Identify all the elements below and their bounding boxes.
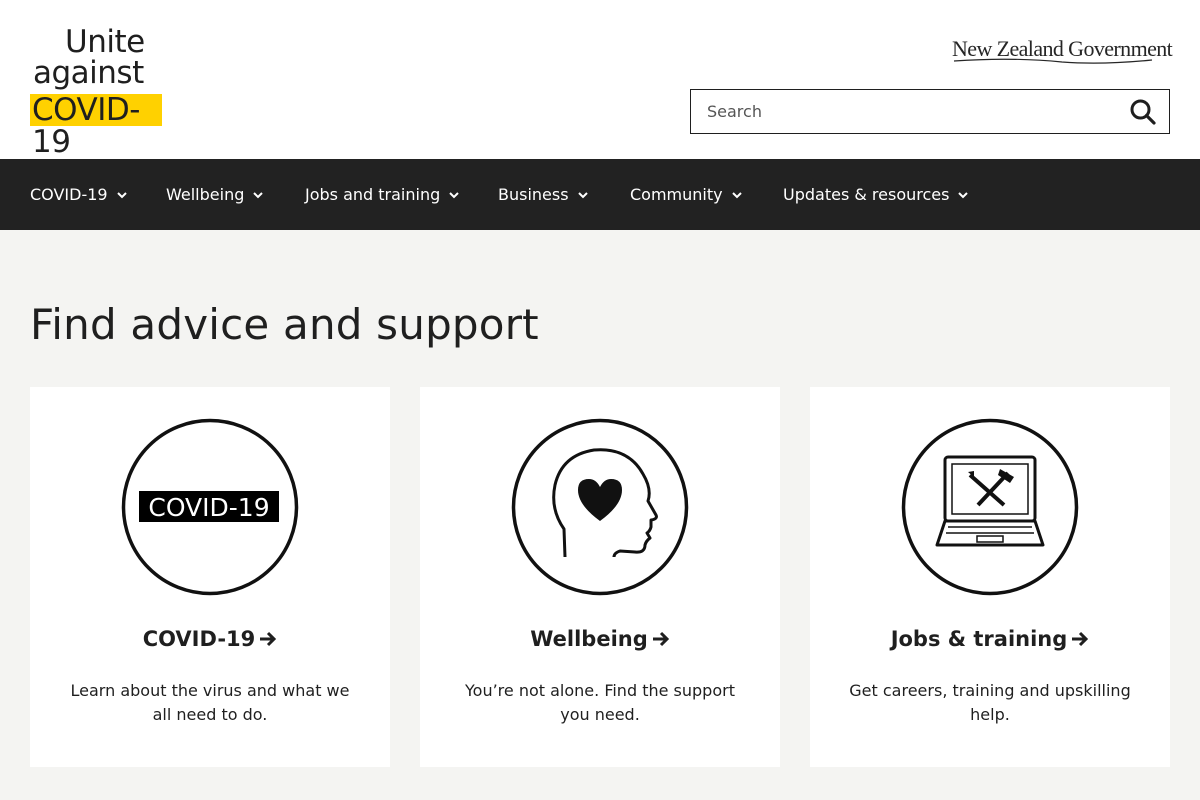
- arrow-right-icon: [652, 627, 670, 651]
- logo-text-covid: COVID-19: [30, 94, 162, 158]
- chevron-down-icon: [577, 191, 588, 198]
- nav-item-community[interactable]: Community: [630, 159, 743, 230]
- card-description: Get careers, training and upskilling hel…: [849, 681, 1131, 724]
- card-title-text: COVID-19: [142, 627, 256, 651]
- search-input[interactable]: [707, 90, 1107, 132]
- card-jobs-training[interactable]: Jobs & training Get careers, training an…: [810, 387, 1170, 767]
- nav-item-label: COVID-19: [30, 185, 108, 204]
- nav-item-label: Business: [498, 185, 569, 204]
- card-description: You’re not alone. Find the support you n…: [465, 681, 735, 724]
- covid-badge-text: COVID-19: [148, 493, 269, 522]
- page-title: Find advice and support: [30, 300, 539, 349]
- nav-item-updates-resources[interactable]: Updates & resources: [783, 159, 969, 230]
- site-header: Unite against COVID-19 New Zealand Gover…: [0, 0, 1200, 159]
- chevron-down-icon: [116, 191, 127, 198]
- search-icon: [1130, 99, 1156, 125]
- nav-item-wellbeing[interactable]: Wellbeing: [166, 159, 264, 230]
- card-title[interactable]: COVID-19: [30, 627, 390, 651]
- nav-item-label: Updates & resources: [783, 185, 950, 204]
- card-title-text: Wellbeing: [530, 627, 648, 651]
- nav-item-label: Wellbeing: [166, 185, 245, 204]
- card-covid-19[interactable]: COVID-19 COVID-19 Learn about the virus …: [30, 387, 390, 767]
- main-nav: COVID-19 Wellbeing Jobs and training Bus…: [0, 159, 1200, 230]
- logo-text-unite: Unite: [65, 24, 145, 60]
- head-heart-icon: [511, 418, 689, 596]
- card-title-text: Jobs & training: [890, 627, 1068, 651]
- card-title[interactable]: Wellbeing: [420, 627, 780, 651]
- arrow-right-icon: [1071, 627, 1089, 651]
- govt-underline-swoosh: [953, 58, 1153, 64]
- arrow-right-icon: [259, 627, 277, 651]
- laptop-tools-icon: [901, 418, 1079, 596]
- card-title[interactable]: Jobs & training: [810, 627, 1170, 651]
- chevron-down-icon: [958, 191, 969, 198]
- nav-item-covid-19[interactable]: COVID-19: [30, 159, 128, 230]
- covid-badge-icon: COVID-19: [121, 418, 299, 596]
- nz-government-logo[interactable]: New Zealand Government: [952, 36, 1173, 66]
- card-wellbeing[interactable]: Wellbeing You’re not alone. Find the sup…: [420, 387, 780, 767]
- nav-item-label: Jobs and training: [305, 185, 441, 204]
- search-box: [690, 89, 1170, 134]
- logo-text-against: against: [33, 55, 144, 91]
- nav-item-jobs-and-training[interactable]: Jobs and training: [305, 159, 460, 230]
- nav-item-business[interactable]: Business: [498, 159, 589, 230]
- card-description: Learn about the virus and what we all ne…: [70, 681, 350, 724]
- chevron-down-icon: [449, 191, 459, 198]
- nav-item-label: Community: [630, 185, 723, 204]
- search-button[interactable]: [1129, 98, 1157, 126]
- unite-against-covid-logo[interactable]: Unite against COVID-19: [30, 24, 162, 158]
- chevron-down-icon: [253, 191, 264, 198]
- chevron-down-icon: [731, 191, 742, 198]
